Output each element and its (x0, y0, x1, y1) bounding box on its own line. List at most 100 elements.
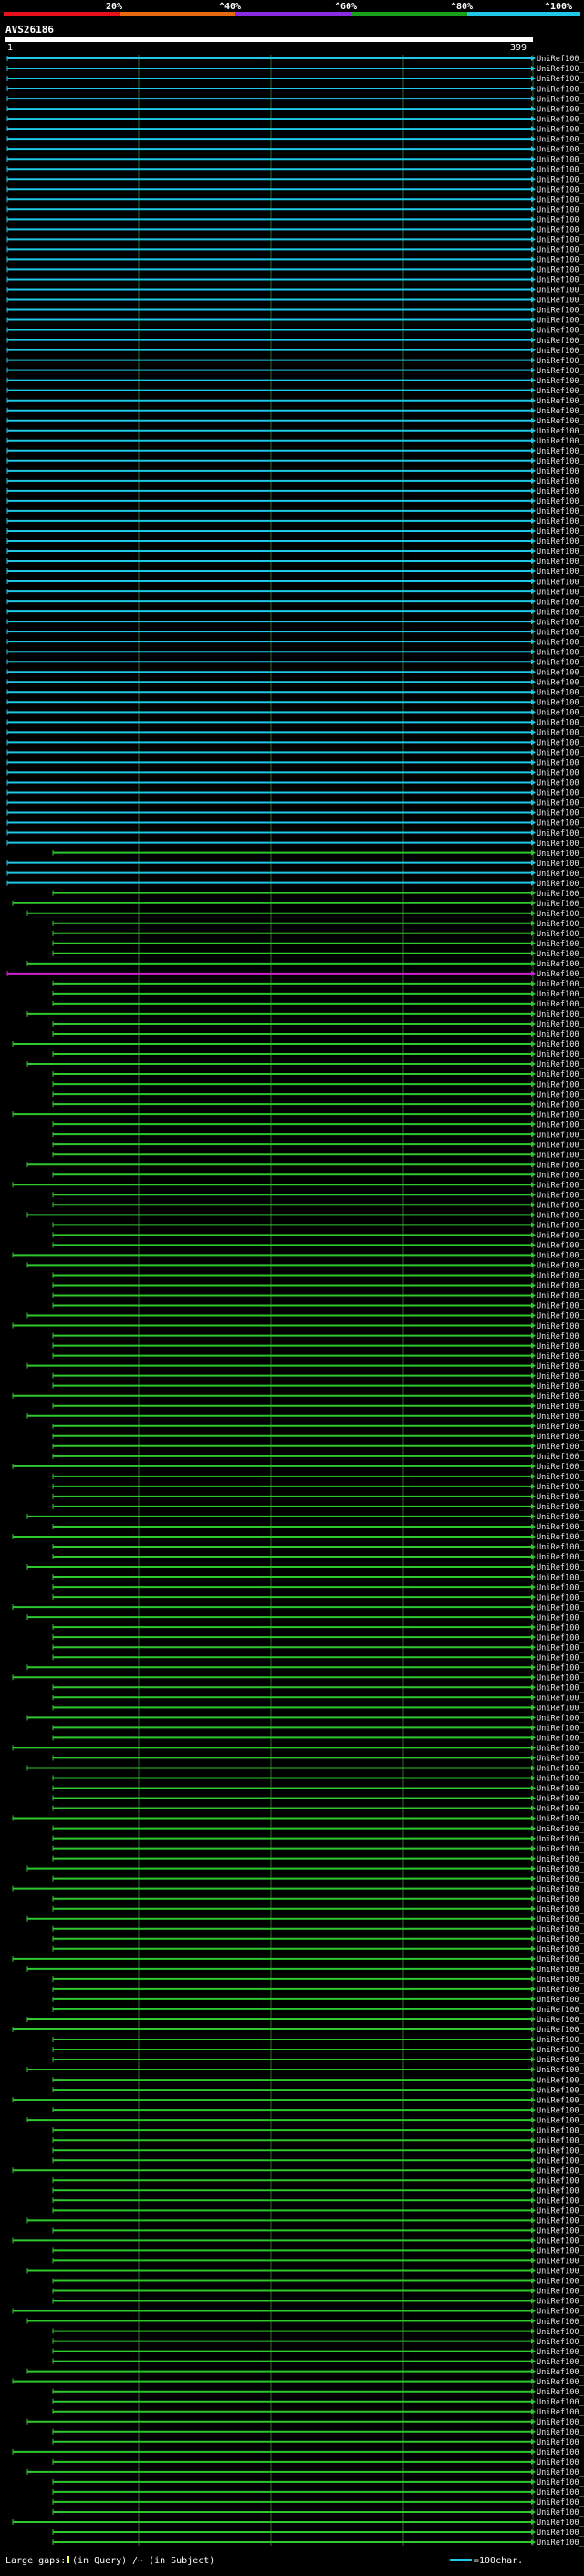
hit-label[interactable]: UniRef100_C9X2G1 (537, 1212, 584, 1221)
hit-label[interactable]: UniRef100_Q9LFU1 (537, 85, 584, 94)
hit-label[interactable]: UniRef100_Q54MB4 (537, 890, 584, 899)
hit-label[interactable]: UniRef100_Q9ZST7 (537, 95, 584, 104)
hit-label[interactable]: UniRef100_A9R7S0 (537, 1966, 584, 1975)
hit-label[interactable]: UniRef100_B9N265 (537, 2519, 584, 2528)
hit-label[interactable]: UniRef100_Q6S329 (537, 287, 584, 296)
hit-label[interactable]: UniRef100_A6PQ25 (537, 2278, 584, 2287)
hit-label[interactable]: UniRef100_B5BG20 (537, 1573, 584, 1582)
hit-label[interactable]: UniRef100_B6VU58 (537, 2026, 584, 2035)
hit-label[interactable]: UniRef100_C5T119 (537, 930, 584, 939)
hit-label[interactable]: UniRef100_C0R1J5 (537, 1332, 584, 1341)
hit-label[interactable]: UniRef100_Q24338 (537, 487, 584, 496)
hit-label[interactable]: UniRef100_B9GL40 (537, 347, 584, 356)
hit-label[interactable]: UniRef100_B3I5Y7 (537, 1121, 584, 1130)
hit-label[interactable]: UniRef100_Q4KW26 (537, 517, 584, 527)
hit-label[interactable]: UniRef100_C3PYC5 (537, 2258, 584, 2267)
hit-label[interactable]: UniRef100_C5WNF9 (537, 2298, 584, 2307)
hit-label[interactable]: UniRef100_C6NJF7 (537, 1483, 584, 1492)
hit-label[interactable]: UniRef100_A8AXL3 (537, 1232, 584, 1241)
hit-label[interactable]: UniRef100_A1STF0 (537, 2338, 584, 2347)
hit-label[interactable]: UniRef100_P93818 (537, 678, 584, 687)
hit-label[interactable]: UniRef100_C4UCT4 (537, 2076, 584, 2085)
hit-label[interactable]: UniRef100_A3UR86 (537, 1986, 584, 1995)
hit-label[interactable]: UniRef100_C6CPW6 (537, 1382, 584, 1392)
hit-label[interactable]: UniRef100_UP1000.. (537, 860, 584, 869)
hit-label[interactable]: UniRef100_Q0HTW4 (537, 2388, 584, 2397)
hit-label[interactable]: UniRef100_Q9SB55 (537, 266, 584, 276)
hit-label[interactable]: UniRef100_Q3E9M7 (537, 537, 584, 547)
hit-label[interactable]: UniRef100_C3MSE0 (537, 2508, 584, 2518)
hit-label[interactable]: UniRef100_A9NZV2 (537, 467, 584, 476)
hit-label[interactable]: UniRef100_Q10MS3 (537, 840, 584, 849)
hit-label[interactable]: UniRef100_Q4V328 (537, 608, 584, 617)
hit-label[interactable]: UniRef100_B8PCZ2 (537, 870, 584, 879)
hit-label[interactable]: UniRef100_C3QJ86 (537, 1352, 584, 1361)
hit-label[interactable]: UniRef100_C3QYL8 (537, 2358, 584, 2367)
hit-label[interactable]: UniRef100_Q43011 (537, 246, 584, 256)
hit-label[interactable]: UniRef100_C4L8G1 (537, 1755, 584, 1764)
hit-label[interactable]: UniRef100_C0L3D0 (537, 1493, 584, 1502)
hit-label[interactable]: UniRef100_B8ALL8 (537, 880, 584, 889)
hit-label[interactable]: UniRef100_UP1000.. (537, 980, 584, 989)
hit-label[interactable]: UniRef100_C6IC51 (537, 1775, 584, 1784)
hit-label[interactable]: UniRef100_C4UCV7 (537, 2066, 584, 2075)
hit-label[interactable]: UniRef100_Q9M861 (537, 447, 584, 456)
hit-label[interactable]: UniRef100_Q04661 (537, 437, 584, 446)
hit-label[interactable]: UniRef100_B7MJ52 (537, 1030, 584, 1039)
hit-label[interactable]: UniRef100_C5Y2Y7 (537, 739, 584, 748)
hit-label[interactable]: UniRef100_C3FJ47 (537, 1181, 584, 1190)
hit-label[interactable]: UniRef100_Q8WAB4 (537, 2288, 584, 2297)
hit-label[interactable]: UniRef100_C6EJR1 (537, 1080, 584, 1090)
hit-label[interactable]: UniRef100_C5TK14 (537, 1131, 584, 1140)
hit-label[interactable]: UniRef100_C5KC07 (537, 1715, 584, 1724)
hit-label[interactable]: UniRef100_B1KIH4 (537, 2006, 584, 2015)
hit-label[interactable]: UniRef100_C4K7X1 (537, 1855, 584, 1864)
hit-label[interactable]: UniRef100_Q8LAE5 (537, 507, 584, 516)
hit-label[interactable]: UniRef100_C5L2V8 (537, 1735, 584, 1744)
hit-label[interactable]: UniRef100_UP1000.. (537, 1513, 584, 1522)
hit-label[interactable]: UniRef100_P49093 (537, 638, 584, 647)
hit-label[interactable]: UniRef100_A7NYS7 (537, 2438, 584, 2447)
hit-label[interactable]: UniRef100_A3UPW2 (537, 1976, 584, 1985)
hit-label[interactable]: UniRef100_B0TPN0 (537, 2227, 584, 2237)
hit-label[interactable]: UniRef100_C4U2D5 (537, 1623, 584, 1632)
hit-label[interactable]: UniRef100_A6X6R7 (537, 1302, 584, 1311)
hit-label[interactable]: UniRef100_Q1VII2 (537, 2136, 584, 2145)
hit-label[interactable]: UniRef100_B4SYN3 (537, 1663, 584, 1673)
hit-label[interactable]: UniRef100_UP1000.. (537, 1453, 584, 1462)
hit-label[interactable]: UniRef100_C6Q122 (537, 1765, 584, 1774)
hit-label[interactable]: UniRef100_Q9SP20 (537, 648, 584, 657)
hit-label[interactable]: UniRef100_Q1SRH5 (537, 2176, 584, 2185)
hit-label[interactable]: UniRef100_B2TU57 (537, 1050, 584, 1059)
hit-label[interactable]: UniRef100_Q0T6S2 (537, 1020, 584, 1029)
hit-label[interactable]: UniRef100_Q38I46 (537, 317, 584, 326)
hit-label[interactable]: UniRef100_UP1000.. (537, 950, 584, 959)
hit-label[interactable]: UniRef100_B4TB78 (537, 1593, 584, 1602)
hit-label[interactable]: UniRef100_A1STH8 (537, 1875, 584, 1884)
hit-label[interactable]: UniRef100_B9HNE0 (537, 578, 584, 587)
hit-label[interactable]: UniRef100_P49078 (537, 548, 584, 557)
hit-label[interactable]: UniRef100_B3CQL2 (537, 2428, 584, 2437)
hit-label[interactable]: UniRef100_B9H4U2 (537, 155, 584, 164)
hit-label[interactable]: UniRef100_Q9FC3 (537, 307, 584, 316)
hit-label[interactable]: UniRef100_B8LMV0 (537, 568, 584, 577)
hit-label[interactable]: UniRef100_UP1000.. (537, 1443, 584, 1452)
hit-label[interactable]: UniRef100_B3X504 (537, 1111, 584, 1120)
hit-label[interactable]: UniRef100_B6W745 (537, 2106, 584, 2115)
hit-label[interactable]: UniRef100_UP1000.. (537, 185, 584, 194)
hit-label[interactable]: UniRef100_B1EX74 (537, 1191, 584, 1200)
hit-label[interactable]: UniRef100_C5L203 (537, 1705, 584, 1714)
hit-label[interactable]: UniRef100_Q0SBG3 (537, 1523, 584, 1532)
hit-label[interactable]: UniRef100_B6VN71 (537, 1996, 584, 2005)
hit-label[interactable]: UniRef100_Q6D7K2 (537, 1473, 584, 1482)
hit-label[interactable]: UniRef100_Q9MB60 (537, 688, 584, 697)
hit-label[interactable]: UniRef100_C8UJX9 (537, 1070, 584, 1079)
hit-label[interactable]: UniRef100_UP1000.. (537, 1895, 584, 1904)
hit-label[interactable]: UniRef100_Q26B10 (537, 910, 584, 919)
hit-label[interactable]: UniRef100_C2MWG4 (537, 2478, 584, 2487)
hit-label[interactable]: UniRef100_Q2SNG9 (537, 2126, 584, 2135)
hit-label[interactable]: UniRef100_B6SK09 (537, 749, 584, 758)
hit-label[interactable]: UniRef100_Q9LX09 (537, 558, 584, 567)
hit-label[interactable]: UniRef100_A9RL65 (537, 457, 584, 466)
hit-label[interactable]: UniRef100_C6Z1D5 (537, 2016, 584, 2025)
